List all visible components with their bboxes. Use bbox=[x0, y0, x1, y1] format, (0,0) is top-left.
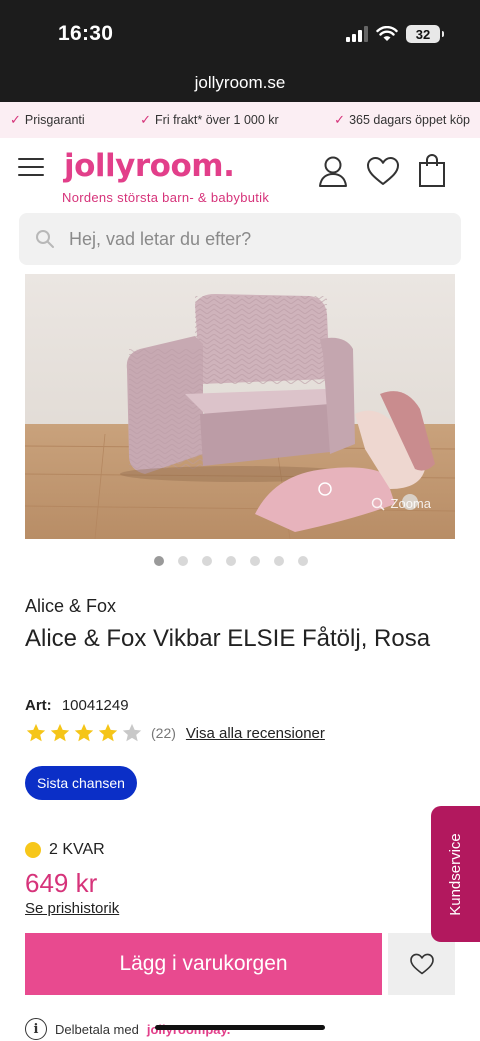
search-bar[interactable] bbox=[19, 213, 461, 265]
check-icon: ✓ bbox=[140, 112, 152, 127]
customer-service-label: Kundservice bbox=[447, 832, 465, 916]
gallery-pagination bbox=[0, 556, 480, 566]
status-time: 16:30 bbox=[58, 22, 114, 45]
usp-item-free-shipping: ✓ Fri frakt* över 1 000 kr bbox=[140, 112, 279, 128]
gallery-dot[interactable] bbox=[226, 556, 236, 566]
zoom-icon bbox=[371, 497, 385, 511]
star-filled-icon bbox=[50, 723, 70, 742]
stock-label: 2 KVAR bbox=[49, 841, 105, 858]
site-logo[interactable]: jollyroom. bbox=[64, 148, 235, 184]
star-filled-icon bbox=[26, 723, 46, 742]
installment-text: Delbetala med bbox=[55, 1021, 139, 1037]
gallery-dot[interactable] bbox=[250, 556, 260, 566]
usp-bar: ✓ Prisgaranti ✓ Fri frakt* över 1 000 kr… bbox=[0, 102, 480, 138]
status-bar: 16:30 32 bbox=[0, 0, 480, 70]
price-history-link[interactable]: Se prishistorik bbox=[25, 900, 119, 917]
product-rating[interactable]: (22) Visa alla recensioner bbox=[25, 722, 325, 744]
gallery-dot[interactable] bbox=[298, 556, 308, 566]
product-title: Alice & Fox Vikbar ELSIE Fåtölj, Rosa bbox=[25, 625, 431, 652]
add-to-cart-button[interactable]: Lägg i varukorgen bbox=[25, 933, 382, 995]
search-icon bbox=[36, 230, 54, 248]
site-header: jollyroom. Nordens största barn- & babyb… bbox=[0, 138, 480, 208]
usp-label: Fri frakt* över 1 000 kr bbox=[155, 113, 279, 127]
heart-icon[interactable] bbox=[366, 156, 400, 186]
star-empty-icon bbox=[122, 723, 142, 742]
heart-icon bbox=[409, 953, 434, 975]
wishlist-button[interactable] bbox=[388, 933, 455, 995]
wifi-icon bbox=[376, 26, 398, 41]
review-count: (22) bbox=[151, 725, 176, 741]
check-icon: ✓ bbox=[10, 112, 21, 127]
product-brand[interactable]: Alice & Fox bbox=[25, 596, 116, 617]
home-indicator bbox=[155, 1025, 325, 1030]
signal-icon bbox=[346, 26, 368, 42]
product-image[interactable]: Zooma bbox=[25, 274, 455, 539]
account-icon[interactable] bbox=[318, 155, 348, 187]
gallery-dot[interactable] bbox=[202, 556, 212, 566]
article-label: Art: bbox=[25, 697, 52, 714]
menu-icon[interactable] bbox=[18, 158, 44, 178]
gallery-dot[interactable] bbox=[154, 556, 164, 566]
browser-url[interactable]: jollyroom.se bbox=[0, 70, 480, 102]
status-icons: 32 bbox=[346, 25, 444, 43]
zoom-button[interactable]: Zooma bbox=[371, 496, 431, 511]
usp-label: 365 dagars öppet köp bbox=[349, 113, 470, 127]
battery-icon: 32 bbox=[406, 25, 444, 43]
usp-label: Prisgaranti bbox=[24, 113, 85, 127]
zoom-label: Zooma bbox=[390, 496, 431, 511]
star-filled-icon bbox=[98, 723, 118, 742]
check-icon: ✓ bbox=[334, 112, 346, 127]
article-value: 10041249 bbox=[61, 697, 129, 714]
shopping-bag-icon[interactable] bbox=[418, 154, 446, 188]
product-price: 649 kr bbox=[25, 868, 98, 898]
site-tagline: Nordens största barn- & babybutik bbox=[62, 190, 270, 205]
customer-service-tab[interactable]: Kundservice bbox=[431, 806, 480, 942]
usp-item-open-purchase: ✓ 365 dagars öppet köp bbox=[334, 112, 470, 128]
view-reviews-link[interactable]: Visa alla recensioner bbox=[186, 725, 325, 742]
header-actions bbox=[318, 154, 446, 188]
star-filled-icon bbox=[74, 723, 94, 742]
article-number: Art: 10041249 bbox=[25, 697, 129, 714]
last-chance-badge: Sista chansen bbox=[25, 766, 137, 800]
search-input[interactable] bbox=[69, 228, 429, 250]
stock-dot-icon bbox=[25, 842, 41, 858]
stock-status: 2 KVAR bbox=[25, 841, 105, 859]
gallery-dot[interactable] bbox=[178, 556, 188, 566]
gallery-dot[interactable] bbox=[274, 556, 284, 566]
usp-item-price-guarantee: ✓ Prisgaranti bbox=[10, 112, 85, 128]
info-icon: i bbox=[25, 1018, 47, 1040]
